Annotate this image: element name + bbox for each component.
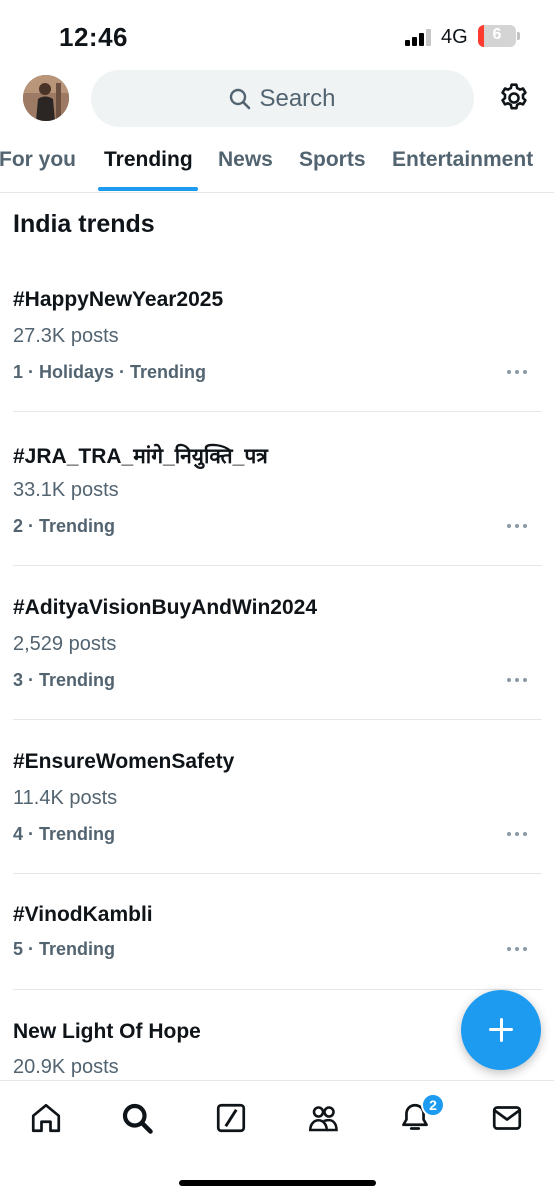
trend-meta: 5 · Trending	[13, 939, 116, 959]
trend-name: #HappyNewYear2025	[13, 288, 224, 311]
active-tab-indicator	[98, 187, 198, 191]
trend-name: #JRA_TRA_मांगे_नियुक्ति_पत्र	[13, 445, 268, 468]
trend-item[interactable]: #JRA_TRA_मांगे_नियुक्ति_पत्र 33.1K posts…	[0, 432, 554, 566]
home-indicator	[179, 1180, 376, 1186]
more-options-icon[interactable]	[505, 367, 531, 377]
search-placeholder: Search	[259, 84, 336, 112]
trend-name: #AdityaVisionBuyAndWin2024	[13, 596, 317, 619]
signal-icon	[405, 29, 435, 46]
notifications-badge: 2	[421, 1093, 445, 1117]
tab-news[interactable]: News	[218, 148, 273, 172]
trend-meta: 1 · Holidays · Trending	[13, 362, 207, 382]
avatar[interactable]	[23, 75, 69, 121]
trend-posts: 20.9K posts	[13, 1056, 119, 1078]
more-options-icon[interactable]	[505, 521, 531, 531]
tab-entertainment[interactable]: Entertainment	[392, 148, 533, 172]
trend-meta: 4 · Trending	[13, 824, 116, 844]
grok-icon[interactable]	[213, 1100, 249, 1136]
gear-icon[interactable]	[497, 81, 531, 115]
trend-item[interactable]: #VinodKambli 5 · Trending	[0, 893, 554, 990]
trend-name: #VinodKambli	[13, 903, 153, 926]
messages-icon[interactable]	[489, 1100, 525, 1136]
divider	[13, 719, 542, 720]
section-title: India trends	[13, 210, 155, 238]
trending-screen: 12:46 4G 6 Search For you Trending News …	[0, 0, 554, 1200]
trend-item[interactable]: #HappyNewYear2025 27.3K posts 1 · Holida…	[0, 278, 554, 412]
trend-item[interactable]: #EnsureWomenSafety 11.4K posts 4 · Trend…	[0, 740, 554, 874]
tab-sports[interactable]: Sports	[299, 148, 366, 172]
tab-bar: For you Trending News Sports Entertainme…	[0, 140, 554, 192]
search-icon	[230, 88, 251, 109]
communities-icon[interactable]	[305, 1100, 341, 1136]
divider	[13, 989, 542, 990]
battery-level: 6	[492, 26, 502, 43]
divider	[13, 565, 542, 566]
trend-item[interactable]: #AdityaVisionBuyAndWin2024 2,529 posts 3…	[0, 586, 554, 720]
home-icon[interactable]	[28, 1100, 64, 1136]
tabs-divider	[0, 192, 554, 193]
status-time: 12:46	[59, 22, 128, 52]
search-icon[interactable]	[119, 1100, 155, 1136]
compose-button[interactable]	[461, 990, 541, 1070]
network-type: 4G	[441, 26, 468, 48]
trend-posts: 11.4K posts	[13, 787, 118, 809]
more-options-icon[interactable]	[505, 675, 531, 685]
tab-for-you[interactable]: For you	[0, 148, 76, 172]
trend-posts: 27.3K posts	[13, 325, 119, 347]
battery-cap	[517, 32, 520, 40]
trend-posts: 33.1K posts	[13, 479, 119, 501]
divider	[13, 873, 542, 874]
search-input[interactable]: Search	[91, 70, 474, 127]
tab-trending[interactable]: Trending	[104, 148, 193, 172]
trend-meta: 2 · Trending	[13, 516, 116, 536]
more-options-icon[interactable]	[505, 944, 531, 954]
trend-name: New Light Of Hope	[13, 1020, 201, 1043]
more-options-icon[interactable]	[505, 829, 531, 839]
trend-meta: 3 · Trending	[13, 670, 116, 690]
battery-icon: 6	[478, 25, 516, 47]
trend-posts: 2,529 posts	[13, 633, 117, 655]
trend-name: #EnsureWomenSafety	[13, 750, 235, 773]
divider	[13, 411, 542, 412]
